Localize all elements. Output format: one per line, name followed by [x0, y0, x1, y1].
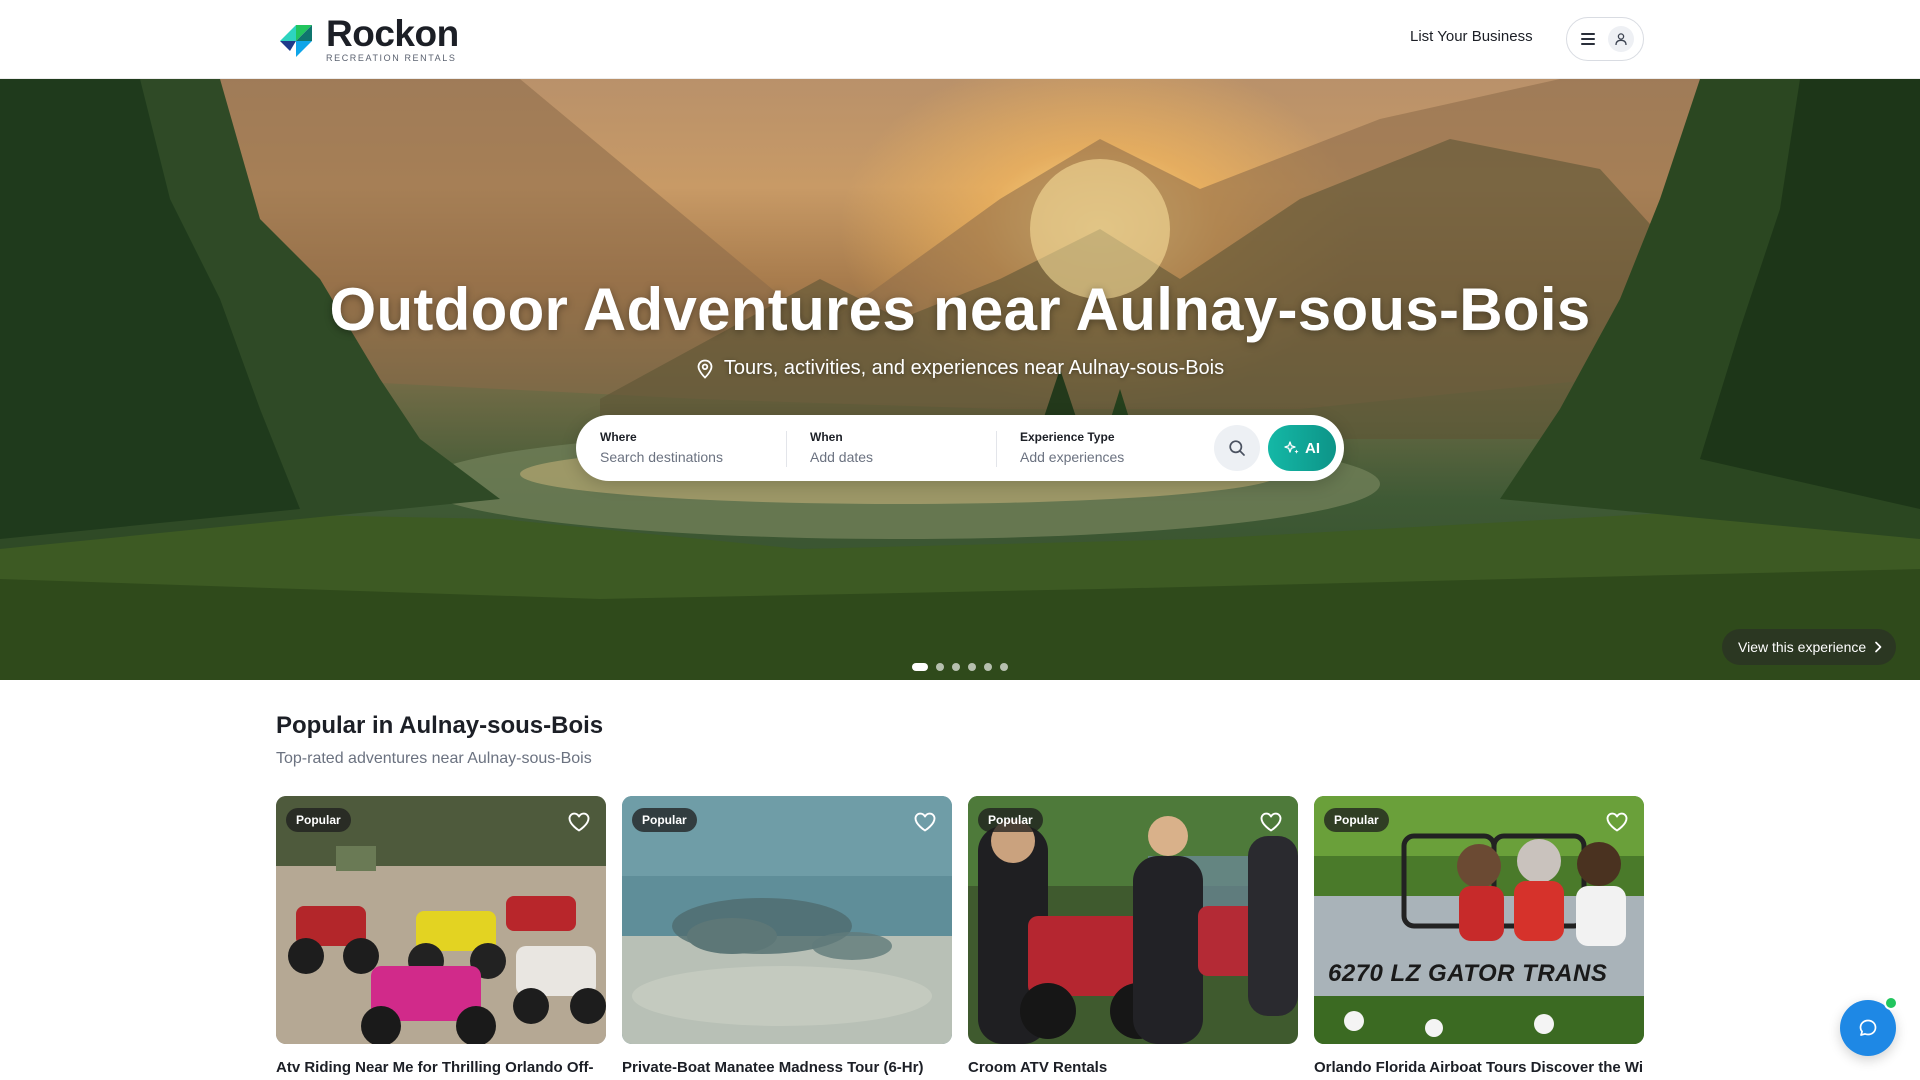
card-title: Croom ATV Rentals	[968, 1059, 1108, 1076]
experience-card[interactable]: Popular Croom ATV Rentals	[968, 796, 1298, 1078]
experience-type-field[interactable]: Experience Type Add experiences	[1020, 429, 1200, 469]
top-header: Rockon RECREATION RENTALS List Your Busi…	[0, 0, 1920, 79]
experience-type-label: Experience Type	[1020, 430, 1115, 444]
chevron-right-icon	[1875, 641, 1882, 653]
heart-icon[interactable]	[1260, 812, 1282, 832]
view-experience-label: View this experience	[1738, 639, 1867, 655]
popular-badge: Popular	[1324, 808, 1389, 832]
carousel-dot-4[interactable]	[968, 663, 976, 671]
atv-photo	[276, 796, 606, 1044]
carousel-dot-3[interactable]	[952, 663, 960, 671]
chat-bubble-icon	[1859, 1019, 1877, 1036]
card-image: Popular	[276, 796, 606, 1044]
heart-icon[interactable]	[568, 812, 590, 832]
experience-card[interactable]: Popular Private-Boat Manatee Madness Tou…	[622, 796, 952, 1078]
where-field[interactable]: Where Search destinations	[600, 429, 770, 469]
carousel-dots	[912, 663, 1016, 671]
brand-logo[interactable]: Rockon RECREATION RENTALS	[276, 12, 459, 63]
hero-banner: Outdoor Adventures near Aulnay-sous-Bois…	[0, 79, 1920, 680]
hero-subtitle-row: Tours, activities, and experiences near …	[0, 357, 1920, 380]
where-label: Where	[600, 430, 637, 444]
experience-card[interactable]: 6270 LZ GATOR TRANS Popular Orlando Flor…	[1314, 796, 1644, 1078]
when-field[interactable]: When Add dates	[810, 429, 980, 469]
manatee-underwater-photo	[622, 796, 952, 1044]
online-status-indicator	[1884, 996, 1898, 1010]
hamburger-icon	[1581, 33, 1595, 45]
card-title: Private-Boat Manatee Madness Tour (6-Hr)	[622, 1059, 924, 1076]
list-your-business-link[interactable]: List Your Business	[1410, 28, 1533, 45]
card-image: 6270 LZ GATOR TRANS Popular	[1314, 796, 1644, 1044]
experience-type-placeholder: Add experiences	[1020, 449, 1125, 465]
when-label: When	[810, 430, 843, 444]
search-bar: Where Search destinations When Add dates…	[576, 415, 1344, 481]
user-menu-button[interactable]	[1566, 17, 1644, 61]
view-experience-button[interactable]: View this experience	[1722, 629, 1897, 665]
popular-badge: Popular	[286, 808, 351, 832]
hero-title: Outdoor Adventures near Aulnay-sous-Bois	[329, 276, 1591, 343]
card-image: Popular	[622, 796, 952, 1044]
rockon-logo-icon	[280, 25, 312, 57]
carousel-dot-5[interactable]	[984, 663, 992, 671]
airboat-photo	[1314, 796, 1644, 1044]
carousel-dot-2[interactable]	[936, 663, 944, 671]
ai-label: AI	[1305, 439, 1320, 457]
atv-riders-photo	[968, 796, 1298, 1044]
search-button[interactable]	[1214, 425, 1260, 471]
card-title: Orlando Florida Airboat Tours Discover t…	[1314, 1059, 1644, 1076]
ai-search-button[interactable]: AI	[1268, 425, 1336, 471]
card-title: Atv Riding Near Me for Thrilling Orlando…	[276, 1059, 594, 1076]
carousel-dot-6[interactable]	[1000, 663, 1008, 671]
heart-icon[interactable]	[914, 812, 936, 832]
heart-icon[interactable]	[1606, 812, 1628, 832]
location-pin-icon	[696, 359, 714, 379]
brand-tagline: RECREATION RENTALS	[326, 52, 457, 63]
where-placeholder: Search destinations	[600, 449, 723, 465]
popular-section-title: Popular in Aulnay-sous-Bois	[276, 712, 604, 739]
popular-section-subtitle: Top-rated adventures near Aulnay-sous-Bo…	[276, 750, 592, 767]
boat-hull-text: 6270 LZ GATOR TRANS	[1328, 960, 1608, 987]
search-icon	[1229, 440, 1245, 456]
when-placeholder: Add dates	[810, 449, 874, 465]
search-divider	[786, 431, 787, 467]
search-divider	[996, 431, 997, 467]
popular-badge: Popular	[978, 808, 1043, 832]
experience-card[interactable]: Popular Atv Riding Near Me for Thrilling…	[276, 796, 606, 1078]
sparkle-icon	[1284, 441, 1299, 454]
hero-subtitle: Tours, activities, and experiences near …	[723, 357, 1225, 379]
carousel-dot-1[interactable]	[912, 663, 928, 671]
card-image: Popular	[968, 796, 1298, 1044]
brand-name: Rockon	[326, 12, 459, 54]
user-icon	[1608, 26, 1634, 52]
popular-badge: Popular	[632, 808, 697, 832]
